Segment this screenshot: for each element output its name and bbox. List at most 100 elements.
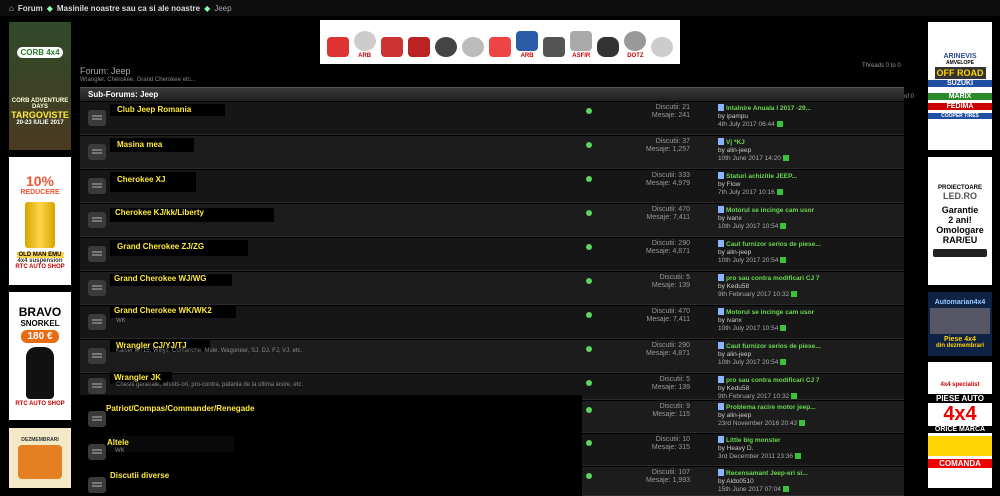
banner-product [541, 25, 568, 59]
ad-line: BRAVO [18, 305, 62, 319]
last-post-author[interactable]: by alin-jeep [718, 351, 821, 359]
price-strip [928, 436, 992, 456]
subforum-row[interactable]: Grand Cherokee ZJ/ZG Discutii: 290 Mesaje… [80, 238, 904, 271]
last-post-author[interactable]: by alin-jeep [718, 147, 789, 155]
last-post-author[interactable]: by ivanx [718, 317, 814, 325]
last-post-title[interactable]: Little big monster [726, 437, 781, 444]
last-post-author[interactable]: by alin-jeep [718, 249, 821, 257]
last-post-title[interactable]: Motorul se incinge cam usor [726, 207, 814, 214]
go-to-post-icon[interactable] [782, 486, 789, 492]
ad-corb-adventure[interactable]: CORB 4x4 CORB ADVENTURE DAYS TARGOVISTE … [9, 22, 71, 150]
document-icon [718, 376, 724, 383]
subforum-name[interactable]: Masina mea [117, 140, 162, 149]
top-banner[interactable]: ARB ARB ASFIR DOTZ [320, 20, 680, 64]
last-post-date: 10th July 2017 10:54 [718, 325, 779, 332]
subforum-stats: Discutii: 470 Mesaje: 7,411 [646, 206, 690, 221]
last-post-author[interactable]: by Heavy D. [718, 445, 801, 453]
forum-header: Forum: Jeep Wrangler, Cherokee, Grand Ch… [80, 66, 196, 83]
shock-absorber-icon [25, 201, 55, 248]
subforum-row[interactable]: Discutii diverse Discutii: 107 Mesaje: 1,… [80, 467, 904, 496]
car-icon [18, 445, 62, 479]
ad-line: AMVELOPE [945, 60, 975, 66]
last-post-author[interactable]: by Aldo0510 [718, 478, 808, 486]
subforum-name[interactable]: Grand Cherokee WK/WK2 [114, 306, 212, 315]
last-post-title[interactable]: pro sau contra modificari CJ 7 [726, 377, 820, 384]
subforum-row[interactable]: Club Jeep Romania Discutii: 21 Mesaje: 24… [80, 102, 904, 135]
ad-line: CORB 4x4 [17, 46, 63, 58]
go-to-post-icon[interactable] [780, 223, 787, 229]
ad-proiectoare-led[interactable]: PROIECTOARE LED.RO Garantie 2 ani! Omolo… [928, 157, 992, 285]
subforum-name[interactable]: Patriot/Compas/Commander/Renegade [106, 404, 254, 413]
last-post-title[interactable]: Motorul se incinge cam usor [726, 309, 814, 316]
go-to-post-icon[interactable] [799, 420, 806, 426]
last-post-date: 3rd December 2011 23:36 [718, 453, 794, 460]
subforum-name[interactable]: Altele [107, 438, 129, 447]
ad-arinevis[interactable]: ARINEVIS AMVELOPE OFF ROAD SUZUKI MARIX … [928, 22, 992, 150]
banner-product [324, 25, 351, 59]
subforum-row[interactable]: Patriot/Compas/Commander/Renegade Discut… [80, 395, 904, 433]
subforum-row[interactable]: Masina mea Discutii: 37 Mesaje: 1,257 Vj … [80, 136, 904, 169]
subforum-description: WK [116, 318, 126, 324]
home-icon[interactable]: ⌂ [9, 4, 14, 13]
subforum-stats: Discutii: 5 Mesaje: 139 [651, 376, 690, 391]
last-post-title[interactable]: Caut furnizor serios de piese... [726, 241, 821, 248]
last-post-title[interactable]: Staturi achizitie JEEP... [726, 173, 797, 180]
last-post-author[interactable]: by ipampu [718, 113, 811, 121]
go-to-post-icon[interactable] [791, 393, 798, 399]
subforum-name[interactable]: Club Jeep Romania [117, 105, 191, 114]
last-post-author[interactable]: by Kedu58 [718, 385, 820, 393]
last-post-date: 9th February 2017 10:32 [718, 393, 790, 400]
ad-line: OFF ROAD [934, 67, 986, 79]
last-post-author[interactable]: by Kedu58 [718, 283, 820, 291]
ad-line: LED.RO [942, 191, 977, 201]
subforum-row[interactable]: Cherokee KJ/kk/Liberty Discutii: 470 Mesa… [80, 204, 904, 237]
subforum-stats: Discutii: 290 Mesaje: 4,871 [646, 342, 690, 357]
last-post-author[interactable]: by alin-jeep [718, 412, 816, 420]
ad-old-man-emu[interactable]: 10% REDUCERE OLD MAN EMU 4x4 suspension … [9, 157, 71, 285]
forum-icon [88, 348, 106, 364]
ad-piese-auto-4x4[interactable]: 4x4 specialist PIESE AUTO 4x4 ORICE MARC… [928, 362, 992, 488]
go-to-post-icon[interactable] [776, 189, 783, 195]
document-icon [718, 403, 724, 410]
last-post-title[interactable]: pro sau contra modificari CJ 7 [726, 275, 820, 282]
last-post-title[interactable]: Intalnire Anuala I 2017 -29... [726, 105, 811, 112]
go-to-post-icon[interactable] [780, 325, 787, 331]
subforum-name[interactable]: Grand Cherokee ZJ/ZG [117, 242, 204, 251]
document-icon [718, 172, 724, 179]
ad-automarian4x4[interactable]: Automarian4x4 Piese 4x4 din dezmembrari [928, 292, 992, 356]
subforum-row[interactable]: Grand Cherokee WK/WK2 WK Discutii: 470 Me… [80, 306, 904, 339]
subforum-name[interactable]: Discutii diverse [110, 471, 169, 480]
breadcrumb-forum[interactable]: Forum [18, 4, 43, 13]
subforum-name[interactable]: Grand Cherokee WJ/WG [114, 274, 206, 283]
subforum-row[interactable]: Wrangler CJ/YJ/TJ Kaiser M715, Willys, C… [80, 340, 904, 373]
last-post-author[interactable]: by ivanx [718, 215, 814, 223]
subforum-stats: Discutii: 9 Mesaje: 115 [652, 403, 690, 418]
ad-dezmembrari[interactable]: DEZMEMBRARI [9, 428, 71, 488]
last-post-title[interactable]: Recensamant Jeep-eri si... [726, 470, 808, 477]
last-post-title[interactable]: Problema racire motor jeep... [726, 404, 816, 411]
subforum-row[interactable]: Grand Cherokee WJ/WG Discutii: 5 Mesaje: … [80, 272, 904, 305]
ad-bravo-snorkel[interactable]: BRAVO SNORKEL 180 € RTC AUTO SHOP [9, 292, 71, 420]
subforum-name[interactable]: Wrangler JK [114, 373, 161, 382]
go-to-post-icon[interactable] [791, 291, 798, 297]
banner-product: ARB [351, 25, 378, 59]
ad-line: FEDIMA [928, 103, 992, 110]
go-to-post-icon[interactable] [776, 121, 783, 127]
last-post-date: 10th July 2017 20:54 [718, 359, 779, 366]
ad-line: 4x4 [943, 403, 977, 425]
go-to-post-icon[interactable] [782, 155, 789, 161]
status-dot-icon [586, 278, 592, 284]
go-to-post-icon[interactable] [780, 257, 787, 263]
go-to-post-icon[interactable] [780, 359, 787, 365]
subforum-name[interactable]: Cherokee XJ [117, 175, 165, 184]
ad-line: COOPER TIRES [928, 113, 992, 119]
subforum-row[interactable]: Cherokee XJ Discutii: 333 Mesaje: 4,979 S… [80, 170, 904, 203]
subforum-row[interactable]: Altele WK Discutii: 10 Mesaje: 315 Little… [80, 434, 904, 466]
go-to-post-icon[interactable] [795, 453, 802, 459]
ad-line: COMANDA [928, 459, 992, 468]
last-post-title[interactable]: Vj *KJ [726, 139, 745, 146]
last-post-author[interactable]: by Flow [718, 181, 797, 189]
subforum-name[interactable]: Cherokee KJ/kk/Liberty [115, 208, 204, 217]
breadcrumb-section[interactable]: Masinile noastre sau ca si ale noastre [57, 4, 200, 13]
last-post-title[interactable]: Caut furnizor serios de piese... [726, 343, 821, 350]
